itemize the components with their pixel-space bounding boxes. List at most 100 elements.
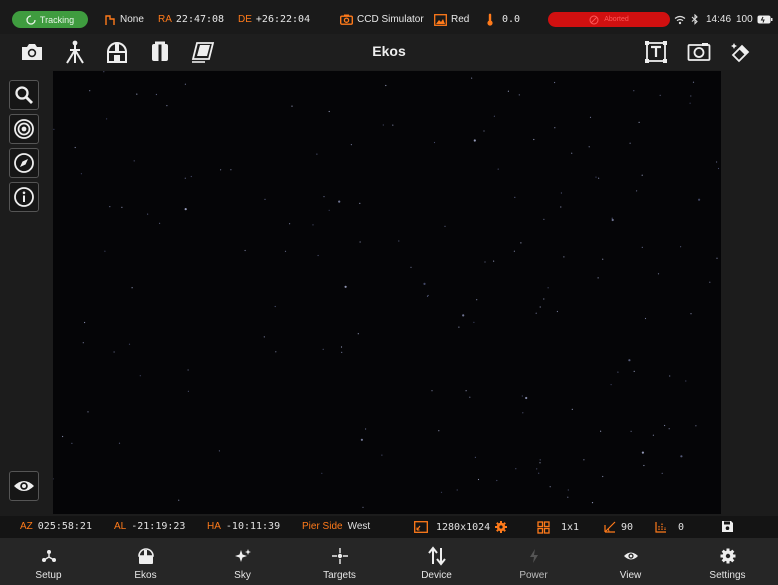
star bbox=[556, 310, 558, 313]
nav-device[interactable]: Device bbox=[388, 538, 485, 585]
flat-field-button[interactable] bbox=[190, 39, 216, 65]
star bbox=[497, 168, 499, 170]
star bbox=[284, 250, 287, 252]
battery-icon bbox=[757, 15, 773, 24]
star bbox=[322, 348, 324, 350]
resolution-value: 1280x1024 bbox=[436, 521, 491, 533]
compass-icon bbox=[14, 153, 34, 173]
star bbox=[493, 260, 495, 262]
star bbox=[410, 266, 412, 268]
star bbox=[341, 351, 343, 353]
resolution-readout[interactable]: 1280x1024 bbox=[414, 521, 508, 533]
star bbox=[433, 141, 436, 144]
target-icon bbox=[14, 119, 34, 139]
star bbox=[474, 456, 476, 458]
star bbox=[484, 261, 486, 263]
flat-panel-icon bbox=[191, 42, 215, 63]
star bbox=[80, 173, 82, 175]
nav-targets[interactable]: Targets bbox=[291, 538, 388, 585]
star bbox=[680, 455, 683, 458]
nav-power[interactable]: Power bbox=[485, 538, 582, 585]
nav-label-ekos: Ekos bbox=[134, 570, 157, 581]
settings-icon bbox=[719, 547, 737, 565]
az-value: 025:58:21 bbox=[37, 521, 92, 532]
crosshair-frame-button[interactable] bbox=[686, 39, 712, 65]
offset-value: 0 bbox=[678, 521, 685, 533]
star bbox=[465, 390, 467, 392]
star bbox=[317, 254, 319, 257]
star bbox=[560, 192, 562, 194]
star bbox=[560, 206, 562, 208]
nav-ekos[interactable]: Ekos bbox=[97, 538, 194, 585]
star bbox=[340, 346, 343, 348]
nav-sky[interactable]: Sky bbox=[194, 538, 291, 585]
annotate-button[interactable] bbox=[643, 39, 669, 65]
zoom-button[interactable] bbox=[9, 80, 39, 110]
star bbox=[685, 380, 687, 382]
star bbox=[360, 438, 363, 441]
star bbox=[275, 351, 277, 353]
star bbox=[476, 299, 478, 301]
bottom-nav: Setup Ekos Sky Targets Device Power View… bbox=[0, 538, 778, 585]
nav-setup[interactable]: Setup bbox=[0, 538, 97, 585]
star bbox=[184, 208, 187, 211]
pier-side-label: Pier Side bbox=[302, 521, 343, 532]
star bbox=[716, 257, 718, 259]
star bbox=[350, 144, 352, 146]
ra-value: 22:47:08 bbox=[175, 14, 225, 25]
star bbox=[477, 478, 480, 481]
star bbox=[218, 450, 220, 452]
star bbox=[539, 462, 541, 464]
save-button[interactable] bbox=[721, 520, 734, 533]
power-icon bbox=[525, 547, 543, 565]
star bbox=[595, 176, 597, 178]
dome-button[interactable] bbox=[104, 39, 130, 65]
star bbox=[381, 454, 383, 456]
star bbox=[109, 206, 111, 208]
eye-icon bbox=[14, 481, 34, 491]
info-button[interactable] bbox=[9, 182, 39, 212]
star bbox=[184, 177, 186, 179]
magic-button[interactable] bbox=[728, 39, 754, 65]
star bbox=[438, 430, 440, 432]
star bbox=[382, 124, 384, 126]
star bbox=[610, 384, 612, 386]
star bbox=[598, 177, 600, 179]
star bbox=[521, 395, 523, 397]
dust-cap-button[interactable] bbox=[147, 39, 173, 65]
camera-name: CCD Simulator bbox=[357, 14, 424, 25]
target-button[interactable] bbox=[9, 114, 39, 144]
binning-readout[interactable]: 1x1 bbox=[537, 521, 579, 534]
capture-status-pill[interactable]: Aborted bbox=[548, 12, 670, 27]
star bbox=[462, 314, 465, 317]
rotation-readout[interactable]: 90 bbox=[604, 521, 633, 533]
rotation-value: 90 bbox=[621, 521, 634, 533]
star bbox=[589, 116, 592, 118]
de-value: +26:22:04 bbox=[255, 14, 311, 25]
nav-view[interactable]: View bbox=[582, 538, 679, 585]
star bbox=[690, 313, 692, 315]
star bbox=[118, 442, 121, 444]
frame-icon bbox=[687, 43, 711, 61]
park-icon bbox=[105, 14, 115, 25]
sky-image-view[interactable] bbox=[53, 71, 721, 514]
nav-settings[interactable]: Settings bbox=[679, 538, 776, 585]
compass-button[interactable] bbox=[9, 148, 39, 178]
star bbox=[664, 424, 666, 427]
star bbox=[535, 312, 537, 314]
star bbox=[515, 468, 517, 470]
visibility-button[interactable] bbox=[9, 471, 39, 501]
tracking-status-pill[interactable]: Tracking bbox=[12, 11, 88, 28]
offset-readout[interactable]: 0 bbox=[655, 521, 684, 533]
star bbox=[104, 250, 106, 252]
star bbox=[263, 336, 265, 338]
star bbox=[359, 202, 361, 204]
mount-button[interactable] bbox=[62, 39, 88, 65]
star bbox=[244, 249, 246, 252]
targets-icon bbox=[331, 547, 349, 565]
nav-label-settings: Settings bbox=[709, 570, 746, 581]
nav-label-power: Power bbox=[519, 570, 548, 581]
star bbox=[440, 491, 443, 493]
sky-icon bbox=[234, 547, 252, 565]
capture-button[interactable] bbox=[19, 39, 45, 65]
